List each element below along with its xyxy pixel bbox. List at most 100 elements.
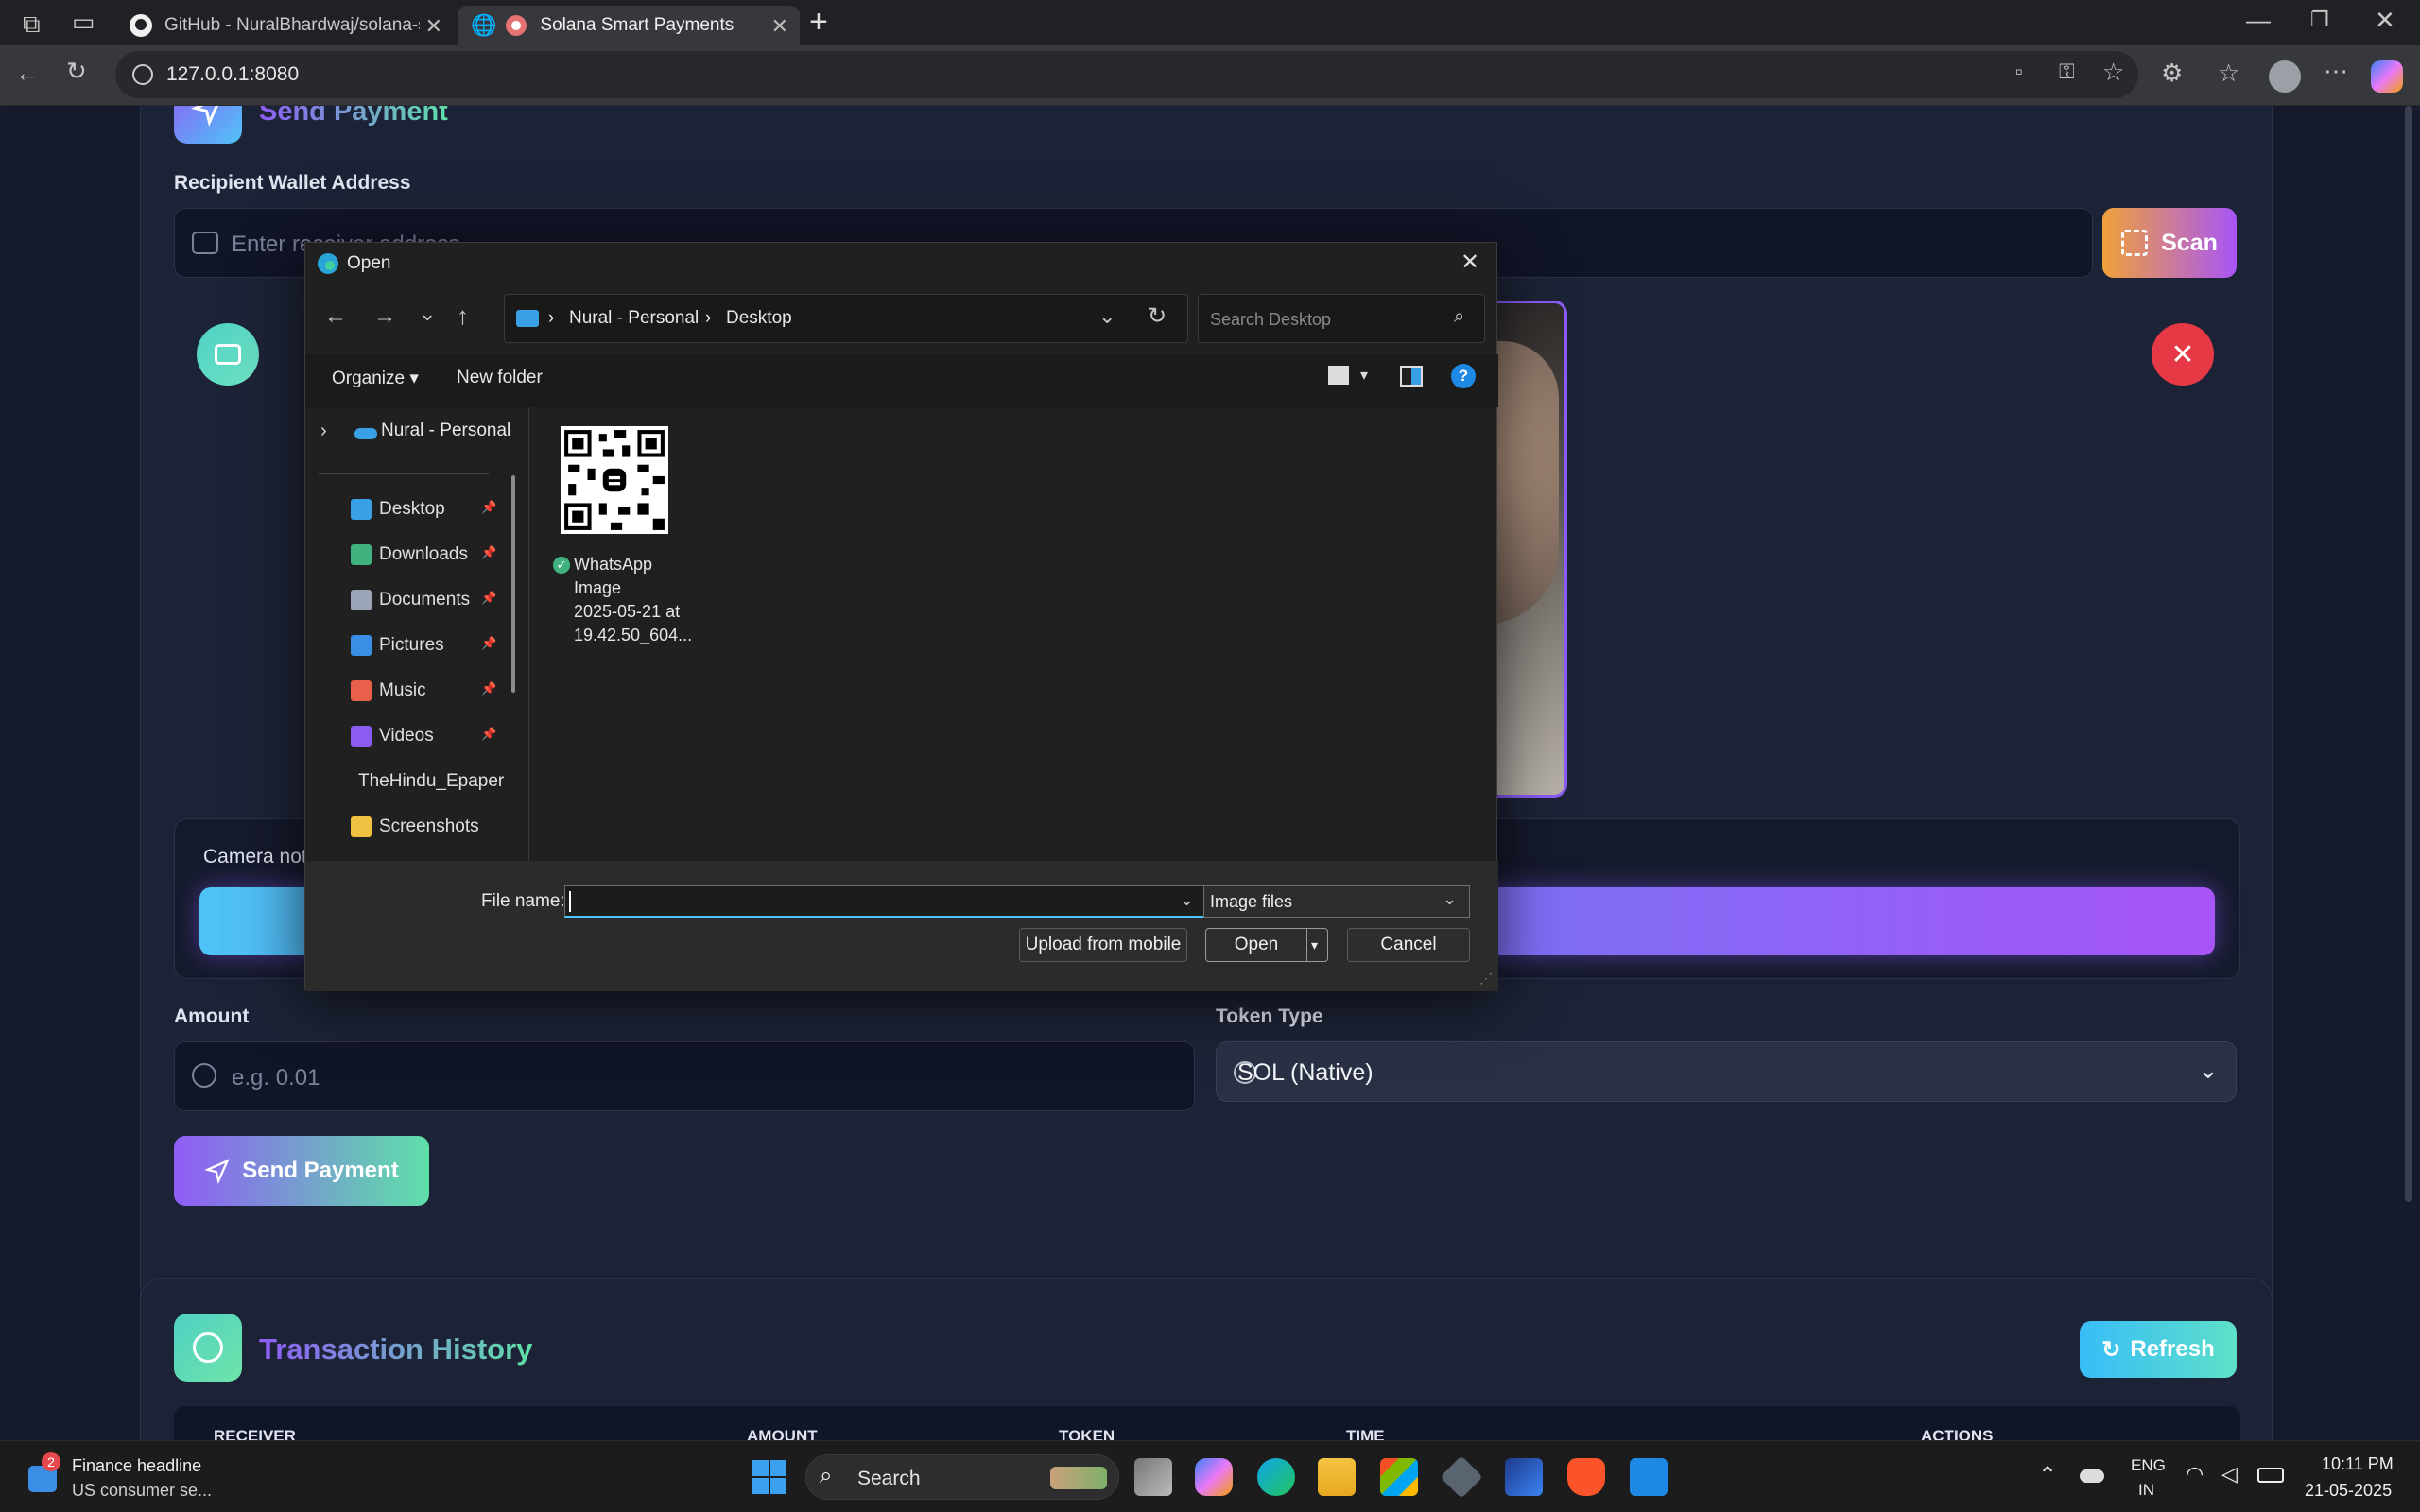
tab-actions-icon[interactable]: ▭ [72,8,95,37]
close-tab-icon[interactable]: ✕ [771,14,788,39]
up-folder-icon[interactable]: ↑ [457,301,469,331]
nav-item[interactable]: Desktop 📌 [351,489,497,530]
profile-avatar[interactable] [2269,60,2301,93]
cancel-button[interactable]: Cancel [1347,928,1470,962]
workspaces-icon[interactable]: ⧉ [23,9,41,40]
page-scrollbar[interactable] [2405,106,2412,1202]
onedrive-icon[interactable] [2080,1469,2104,1483]
recipient-label: Recipient Wallet Address [174,172,411,194]
send-payment-button[interactable]: Send Payment [174,1136,429,1206]
language-2[interactable]: IN [2138,1481,2154,1500]
copilot-icon[interactable] [2371,60,2403,93]
organize-menu[interactable]: Organize ▾ [332,368,419,389]
favorite-star-icon[interactable]: ☆ [2102,58,2124,87]
site-info-icon[interactable] [132,64,153,85]
extensions-icon[interactable]: ⚙ [2161,59,2183,88]
windows-start-icon[interactable] [752,1460,786,1494]
dialog-footer [305,861,1498,991]
column-header: TOKEN [1059,1427,1115,1440]
upload-from-mobile-button[interactable]: Upload from mobile [1019,928,1187,962]
news-widget[interactable]: 2 Finance headline US consumer se... [25,1452,233,1503]
amount-input[interactable]: e.g. 0.01 [174,1041,1195,1111]
volume-icon[interactable]: ◁ [2221,1462,2238,1486]
nav-root[interactable]: Nural - Personal [381,421,510,441]
open-dropdown-icon[interactable]: ▾ [1306,929,1318,961]
tab-title: GitHub - NuralBhardwaj/solana-s [164,15,420,35]
dialog-close-icon[interactable]: ✕ [1461,249,1479,276]
clock-date[interactable]: 21-05-2025 [2305,1481,2392,1501]
address-bar[interactable]: 127.0.0.1:8080 ▫ ⚿ ☆ [115,51,2138,98]
url-text: 127.0.0.1:8080 [166,63,300,85]
vscode-icon[interactable] [1630,1458,1668,1496]
tab-github[interactable]: GitHub - NuralBhardwaj/solana-s ✕ [115,6,454,45]
more-menu-icon[interactable]: ⋯ [2324,57,2348,86]
app-icon[interactable] [1440,1455,1483,1499]
resize-grip-icon[interactable]: ⋰ [1479,971,1493,987]
clock-time[interactable]: 10:11 PM [2322,1454,2394,1474]
store-icon[interactable] [1380,1458,1418,1496]
search-desktop-input[interactable]: Search Desktop ⌕ [1198,294,1485,343]
file-item[interactable]: ✓ WhatsApp Image 2025-05-21 at 19.42.50_… [545,415,692,661]
open-button[interactable]: Open ▾ [1205,928,1328,962]
brave-icon[interactable] [1567,1458,1605,1496]
wifi-icon[interactable]: ◠ [2186,1462,2204,1486]
news-badge: 2 [42,1452,60,1471]
chevron-down-icon[interactable]: ⌄ [1098,304,1115,329]
preview-pane-icon[interactable] [1400,366,1423,387]
expand-icon[interactable]: › [320,421,327,442]
language-1[interactable]: ENG [2131,1456,2166,1475]
close-tab-icon[interactable]: ✕ [425,14,442,39]
nav-item[interactable]: Screenshots [351,806,493,848]
file-explorer-icon[interactable] [1318,1458,1356,1496]
taskbar-search[interactable]: ⌕ Search [805,1454,1119,1500]
new-tab-button[interactable]: + [809,4,828,41]
battery-icon[interactable] [2257,1468,2284,1483]
tab-solana[interactable]: 🌐 Solana Smart Payments ✕ [458,6,800,45]
copilot-app-icon[interactable] [1195,1458,1233,1496]
nav-scrollbar[interactable] [511,475,515,693]
back-icon[interactable]: ← [15,59,40,88]
help-icon[interactable]: ? [1451,364,1476,388]
picture-icon [351,635,372,656]
edge-app-icon[interactable] [1257,1458,1295,1496]
close-window-icon[interactable]: ✕ [2375,6,2395,35]
reload-icon[interactable]: ↻ [66,57,87,86]
chevron-down-icon[interactable]: ⌄ [1180,890,1194,910]
token-select[interactable]: SOL (Native) ⌄ [1216,1041,2237,1102]
restore-icon[interactable]: ❐ [2310,8,2329,32]
recent-locations-icon[interactable]: ⌄ [419,301,436,326]
minimize-icon[interactable]: — [2246,6,2271,35]
task-view-icon[interactable] [1134,1458,1172,1496]
close-camera-button[interactable]: ✕ [2152,323,2214,386]
breadcrumb-item[interactable]: Nural - Personal [569,308,699,329]
refresh-icon[interactable]: ↻ [1148,302,1167,330]
breadcrumb-bar[interactable]: › Nural - Personal › Desktop ⌄ ↻ [504,294,1188,343]
file-type-select[interactable]: Image files ⌄ [1203,885,1470,918]
back-icon[interactable]: ← [324,303,347,330]
file-name-input[interactable]: ⌄ [564,885,1207,918]
switch-camera-button[interactable] [197,323,259,386]
app-icon[interactable] [1505,1458,1543,1496]
breadcrumb-item[interactable]: Desktop [726,308,792,329]
view-options-icon[interactable] [1328,366,1349,385]
nav-item[interactable]: Music 📌 [351,670,496,712]
refresh-label: Refresh [2130,1336,2215,1362]
refresh-button[interactable]: ↻ Refresh [2080,1321,2237,1378]
forward-icon[interactable]: → [373,303,396,330]
key-icon[interactable]: ⚿ [2059,60,2075,84]
scan-button[interactable]: Scan [2102,208,2237,278]
nav-item[interactable]: Videos 📌 [351,715,496,757]
pin-icon: 📌 [481,500,497,514]
camera-icon[interactable]: ▫ [2015,60,2023,84]
view-dropdown-icon[interactable]: ▾ [1360,366,1368,385]
nav-item[interactable]: Downloads 📌 [351,534,496,576]
nav-item[interactable]: Documents 📌 [351,579,496,621]
edge-icon [318,253,338,274]
nav-item[interactable]: Pictures 📌 [351,625,496,666]
nav-item-label: Screenshots [379,816,479,836]
favorites-icon[interactable]: ☆ [2218,59,2239,88]
show-hidden-icons[interactable]: ⌃ [2038,1462,2057,1489]
nav-item-label: Pictures [379,635,444,655]
nav-item[interactable]: TheHindu_Epaper [351,761,504,802]
new-folder-button[interactable]: New folder [457,368,543,388]
